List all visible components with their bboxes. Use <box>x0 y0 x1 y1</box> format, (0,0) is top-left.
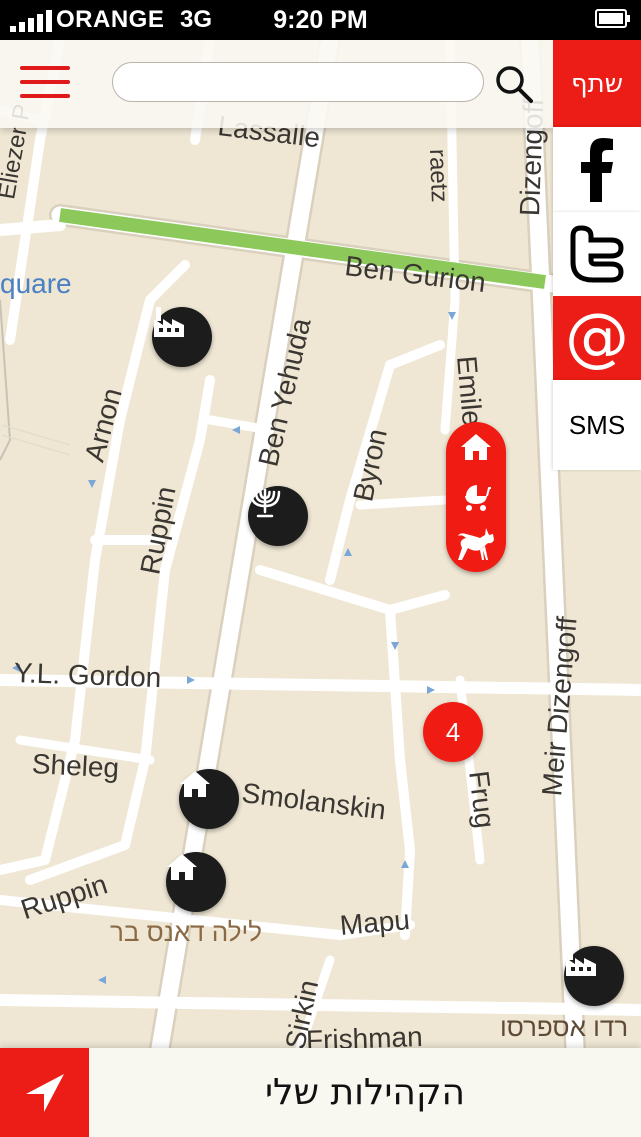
bottom-bar: הקהילות שלי <box>0 1048 641 1137</box>
share-label: שתף <box>570 68 624 99</box>
facebook-icon <box>581 137 613 202</box>
search-icon[interactable] <box>494 64 534 104</box>
facebook-button[interactable] <box>553 127 641 212</box>
sms-button[interactable]: SMS <box>553 380 641 470</box>
share-button[interactable]: שתף <box>553 40 641 127</box>
street-label: raetz <box>424 148 453 203</box>
place-label: לילה דאנס בר <box>110 917 263 947</box>
status-bar: ORANGE 3G 9:20 PM <box>0 0 641 40</box>
twitter-button[interactable] <box>553 212 641 296</box>
location-arrow-icon <box>25 1073 64 1112</box>
battery-icon <box>595 9 630 28</box>
email-icon: @ <box>565 301 629 375</box>
map-view[interactable]: Lassalle Ben Gurion Ben Yehuda Arnon Rup… <box>0 40 641 1048</box>
synagogue-poi[interactable] <box>248 486 308 546</box>
street-label: Frug <box>463 769 501 830</box>
share-panel: שתף @ SMS <box>553 40 641 470</box>
locate-button[interactable] <box>0 1048 89 1137</box>
stroller-icon <box>465 485 491 511</box>
home-poi[interactable] <box>166 852 226 912</box>
menu-button[interactable] <box>20 66 70 102</box>
cluster-count-badge[interactable]: 4 <box>423 702 483 762</box>
menu-icon <box>20 66 70 70</box>
street-label: quare <box>0 268 72 299</box>
factory-icon <box>566 946 596 976</box>
home-icon <box>180 771 210 797</box>
street-label: Y.L. Gordon <box>13 657 162 694</box>
top-bar <box>0 40 553 128</box>
street-label: Emile <box>451 354 489 428</box>
my-communities-button[interactable]: הקהילות שלי <box>89 1048 641 1137</box>
home-poi[interactable] <box>179 769 239 829</box>
sms-label: SMS <box>568 409 626 440</box>
street-label: Sheleg <box>31 748 120 784</box>
home-icon <box>461 434 491 460</box>
cat-icon <box>458 528 494 560</box>
factory-poi[interactable] <box>152 307 212 367</box>
twitter-icon <box>570 225 624 283</box>
home-icon <box>167 854 197 880</box>
search-input[interactable] <box>112 62 484 102</box>
clock: 9:20 PM <box>273 6 368 34</box>
place-label: רדו אספרסו <box>500 1012 629 1042</box>
street-label: Frishman <box>305 1020 424 1048</box>
factory-icon <box>154 307 184 337</box>
street-label: Mapu <box>338 903 412 941</box>
email-button[interactable]: @ <box>553 296 641 380</box>
poi-cluster[interactable] <box>446 422 506 572</box>
menorah-icon <box>249 488 281 518</box>
my-communities-label: הקהילות שלי <box>264 1072 466 1113</box>
factory-poi[interactable] <box>564 946 624 1006</box>
